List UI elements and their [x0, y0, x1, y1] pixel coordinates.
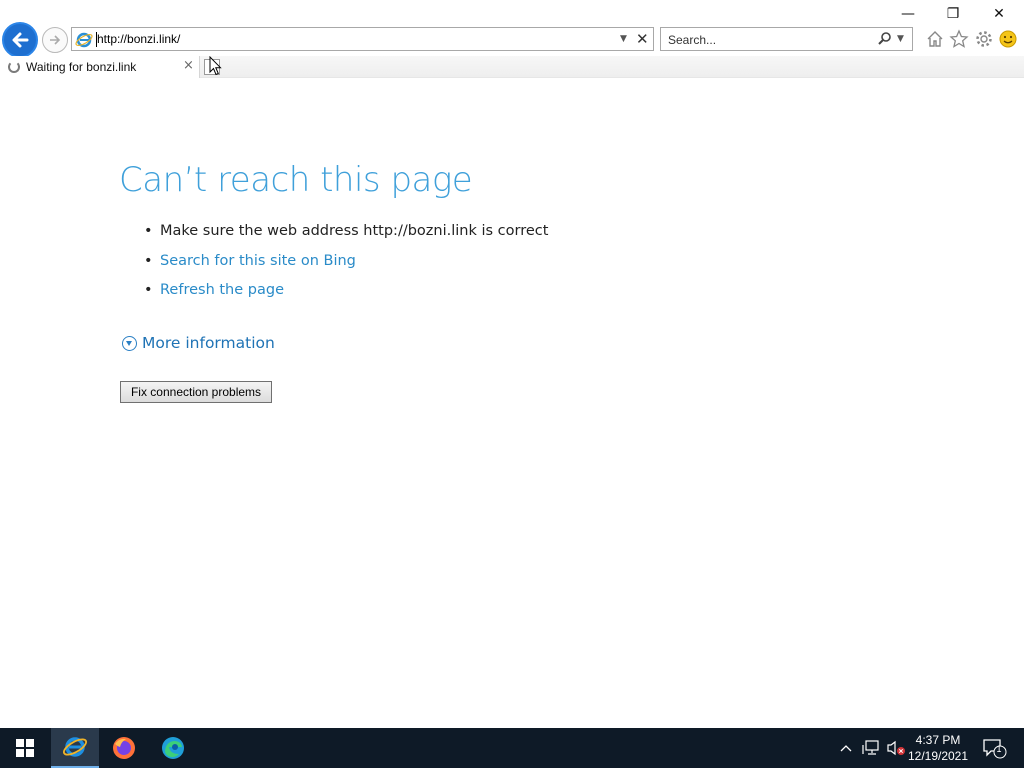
- tab-active[interactable]: Waiting for bonzi.link ×: [0, 56, 200, 78]
- back-button[interactable]: [2, 22, 38, 58]
- close-button[interactable]: ✕: [987, 4, 1011, 24]
- tab-strip: Waiting for bonzi.link ×: [0, 56, 1024, 78]
- taskbar: 4:37 PM 12/19/2021 1: [0, 728, 1024, 768]
- loading-spinner-icon: [8, 61, 20, 73]
- chevron-up-icon: [840, 745, 852, 752]
- browser-window: http://bonzi.link/ ▼ ✕ Search... ▼ — ❐ ✕: [0, 0, 1024, 728]
- restore-button[interactable]: ❐: [941, 4, 965, 24]
- tray-overflow-button[interactable]: [836, 728, 856, 768]
- clock-time: 4:37 PM: [915, 733, 961, 747]
- windows-logo-icon: [16, 739, 34, 757]
- search-bing-link[interactable]: Search for this site on Bing: [160, 253, 356, 269]
- tray-network-button[interactable]: [859, 728, 883, 768]
- taskbar-app-firefox[interactable]: [100, 728, 148, 768]
- check-address-text: Make sure the web address http://bozni.l…: [160, 223, 549, 239]
- bullet-icon: •: [144, 223, 153, 239]
- network-icon: [862, 740, 879, 755]
- refresh-page-link[interactable]: Refresh the page: [160, 282, 284, 298]
- feedback-smiley-icon[interactable]: [998, 29, 1018, 49]
- taskbar-clock[interactable]: 4:37 PM 12/19/2021: [900, 732, 976, 764]
- more-information-toggle[interactable]: More information: [122, 334, 275, 352]
- search-icon[interactable]: [877, 31, 893, 47]
- tab-close-icon[interactable]: ×: [183, 58, 194, 73]
- address-bar[interactable]: http://bonzi.link/ ▼ ✕: [71, 27, 654, 51]
- ie-page-icon: [75, 32, 93, 48]
- address-url[interactable]: http://bonzi.link/: [97, 32, 180, 46]
- clock-date: 12/19/2021: [907, 749, 969, 763]
- address-dropdown-icon[interactable]: ▼: [620, 34, 627, 44]
- bullet-icon: •: [144, 282, 153, 298]
- settings-gear-icon[interactable]: [974, 29, 994, 49]
- more-information-label[interactable]: More information: [142, 334, 275, 352]
- search-placeholder[interactable]: Search...: [668, 33, 716, 47]
- forward-arrow-icon: [50, 35, 61, 45]
- search-box[interactable]: Search... ▼: [660, 27, 913, 51]
- back-arrow-icon: [12, 32, 29, 48]
- fix-connection-button[interactable]: Fix connection problems: [120, 381, 272, 403]
- mouse-pointer-icon: [209, 56, 222, 76]
- home-icon[interactable]: [925, 29, 945, 49]
- tab-title: Waiting for bonzi.link: [26, 60, 137, 74]
- taskbar-app-internet-explorer[interactable]: [51, 728, 99, 768]
- favorites-star-icon[interactable]: [949, 29, 969, 49]
- minimize-button[interactable]: —: [896, 4, 920, 24]
- search-dropdown-icon[interactable]: ▼: [897, 34, 904, 44]
- taskbar-app-edge[interactable]: [149, 728, 197, 768]
- internet-explorer-icon: [62, 737, 88, 757]
- start-button[interactable]: [0, 728, 50, 768]
- notification-count: 1: [996, 744, 1002, 754]
- firefox-icon: [113, 737, 135, 759]
- chevron-down-icon[interactable]: [122, 335, 137, 351]
- bullet-icon: •: [144, 252, 153, 269]
- page-content: Can’t reach this page • Make sure the we…: [0, 78, 1024, 728]
- edge-icon: [162, 737, 184, 759]
- action-center-button[interactable]: 1: [980, 728, 1008, 768]
- navigation-bar: http://bonzi.link/ ▼ ✕ Search... ▼ — ❐ ✕: [0, 0, 1024, 58]
- forward-button[interactable]: [42, 27, 68, 53]
- page-title: Can’t reach this page: [119, 160, 473, 200]
- stop-icon[interactable]: ✕: [636, 30, 649, 48]
